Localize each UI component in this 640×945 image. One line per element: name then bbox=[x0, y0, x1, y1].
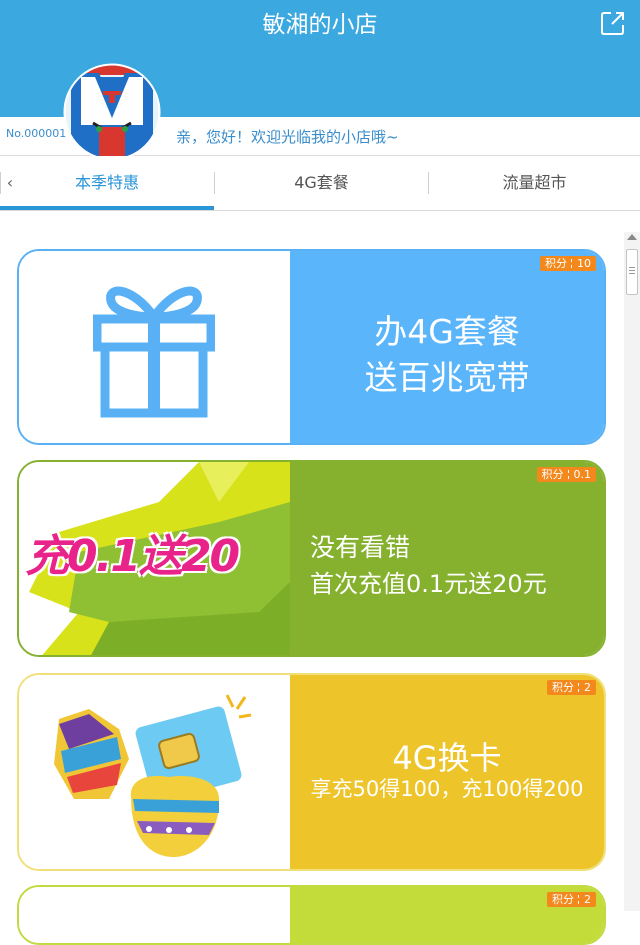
tab-seasonal-deals[interactable]: 本季特惠 bbox=[0, 156, 214, 210]
tab-4g-plans[interactable]: 4G套餐 bbox=[215, 156, 428, 210]
welcome-message: 亲，您好！欢迎光临我的小店哦~ bbox=[176, 128, 399, 146]
card-text-area: 4G换卡 享充50得100，充100得200 积分 2 bbox=[290, 675, 604, 869]
card-image-area bbox=[19, 251, 290, 443]
card-subline: 享充50得100，充100得200 bbox=[310, 777, 584, 801]
gift-icon bbox=[93, 286, 215, 418]
card-subline: 送百兆宽带 bbox=[364, 358, 530, 397]
scrollbar-grip bbox=[629, 267, 635, 268]
points-badge: 积分 2 bbox=[547, 892, 596, 907]
tab-data-market[interactable]: 流量超市 bbox=[429, 156, 640, 210]
card-text-area: 没有看错 首次充值0.1元送20元 积分 0.1 bbox=[290, 462, 604, 655]
avatar[interactable] bbox=[63, 63, 161, 161]
points-badge: 积分 2 bbox=[547, 680, 596, 695]
scrollbar-grip bbox=[629, 270, 635, 271]
scrollbar-thumb[interactable] bbox=[626, 249, 638, 295]
promo-card-4g-sim-swap[interactable]: 4G换卡 享充50得100，充100得200 积分 2 bbox=[17, 673, 606, 871]
card-image-area bbox=[19, 675, 290, 869]
promo-card-partial[interactable]: 积分 2 bbox=[17, 885, 606, 945]
scroll-up-arrow-icon[interactable] bbox=[627, 234, 637, 240]
points-badge: 积分 10 bbox=[540, 256, 596, 271]
promo-image-text: 充0.1送20 bbox=[25, 531, 240, 582]
card-text-area: 办4G套餐 送百兆宽带 积分 10 bbox=[290, 251, 604, 443]
promo-card-4g-broadband[interactable]: 办4G套餐 送百兆宽带 积分 10 bbox=[17, 249, 606, 445]
card-headline: 办4G套餐 bbox=[374, 312, 520, 351]
scrollbar-grip bbox=[629, 273, 635, 274]
card-headline: 没有看错 bbox=[310, 533, 411, 562]
tab-bar: ‹ 本季特惠 4G套餐 流量超市 bbox=[0, 156, 640, 211]
points-badge: 积分 0.1 bbox=[536, 467, 596, 482]
card-text-area: 积分 2 bbox=[290, 887, 604, 943]
sim-card-egg-icon bbox=[54, 694, 252, 857]
share-external-icon[interactable] bbox=[600, 10, 626, 36]
card-subline: 首次充值0.1元送20元 bbox=[310, 570, 547, 598]
promo-card-recharge[interactable]: 充0.1送20 没有看错 首次充值0.1元送20元 积分 0.1 bbox=[17, 460, 606, 657]
card-image-area: 充0.1送20 bbox=[19, 462, 290, 655]
shop-number: No.000001 bbox=[6, 127, 67, 140]
active-tab-indicator bbox=[0, 206, 214, 210]
card-image-area bbox=[19, 887, 290, 943]
page-title: 敏湘的小店 bbox=[262, 12, 378, 38]
scrollbar-track[interactable] bbox=[624, 232, 640, 911]
